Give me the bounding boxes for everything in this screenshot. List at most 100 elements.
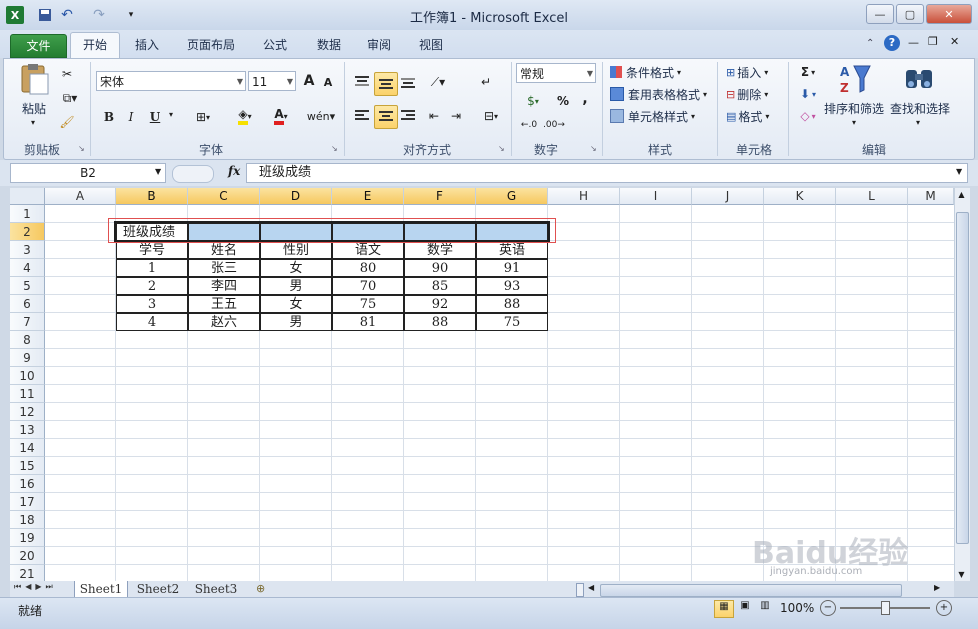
font-size-combo[interactable]: 11 ▼ (248, 71, 296, 91)
row-header[interactable]: 3 (10, 241, 45, 259)
select-all-corner[interactable] (10, 188, 45, 205)
sort-filter-label[interactable]: 排序和筛选 (824, 100, 884, 117)
row-header[interactable]: 6 (10, 295, 45, 313)
row-header[interactable]: 20 (10, 547, 45, 565)
sheet-nav-icons[interactable]: ⏮◀▶⏭ (14, 582, 57, 592)
percent-button[interactable]: % (554, 92, 572, 110)
table-data-cell[interactable]: 赵六 (188, 313, 260, 331)
name-box-dropdown-icon[interactable]: ▼ (155, 167, 161, 176)
help-icon[interactable]: ? (884, 35, 900, 51)
decrease-decimal-icon[interactable]: .00→ (542, 116, 566, 134)
vertical-scroll-thumb[interactable] (956, 212, 969, 544)
cell-styles-button[interactable]: 单元格样式 ▾ (610, 107, 720, 125)
borders-button[interactable]: ⊞ ▾ (188, 108, 218, 126)
normal-view-icon[interactable]: ▦ (714, 600, 734, 618)
tab-file[interactable]: 文件 (10, 34, 67, 58)
horizontal-scroll-thumb[interactable] (600, 584, 902, 597)
table-data-cell[interactable]: 75 (476, 313, 548, 331)
row-header[interactable]: 12 (10, 403, 45, 421)
tab-page-layout[interactable]: 页面布局 (178, 34, 244, 56)
column-header[interactable]: J (692, 188, 764, 205)
underline-button[interactable]: U (146, 108, 164, 126)
maximize-button[interactable]: ▢ (896, 4, 924, 24)
grow-font-button[interactable]: A (300, 72, 318, 90)
column-header[interactable]: E (332, 188, 404, 205)
table-data-cell[interactable]: 92 (404, 295, 476, 313)
row-header[interactable]: 11 (10, 385, 45, 403)
formula-input[interactable]: 班级成绩 (246, 163, 968, 183)
format-cells-button[interactable]: ▤ 格式 ▾ (726, 107, 786, 125)
cut-icon[interactable]: ✂ (58, 66, 76, 82)
table-data-cell[interactable]: 90 (404, 259, 476, 277)
tab-insert[interactable]: 插入 (124, 34, 170, 56)
doc-minimize-icon[interactable]: — (908, 36, 919, 49)
table-header-cell[interactable]: 英语 (476, 241, 548, 259)
zoom-level[interactable]: 100% (780, 601, 814, 615)
alignment-launcher-icon[interactable]: ↘ (498, 144, 505, 153)
shrink-font-button[interactable]: A (320, 74, 336, 90)
sort-filter-dropdown-icon[interactable]: ▾ (852, 118, 856, 127)
table-data-cell[interactable]: 王五 (188, 295, 260, 313)
scroll-right-icon[interactable]: ▶ (934, 583, 944, 595)
number-format-combo[interactable]: 常规 ▼ (516, 63, 596, 83)
merge-center-icon[interactable]: ⊟ ▾ (476, 106, 506, 126)
align-middle-icon[interactable] (374, 72, 398, 96)
name-box[interactable]: B2 (10, 163, 166, 183)
scroll-left-icon[interactable]: ◀ (588, 583, 598, 595)
table-data-cell[interactable]: 81 (332, 313, 404, 331)
page-break-view-icon[interactable]: ▥ (756, 600, 774, 616)
table-data-cell[interactable]: 3 (116, 295, 188, 313)
column-header[interactable]: H (548, 188, 620, 205)
align-center-icon[interactable] (374, 105, 398, 129)
italic-button[interactable]: I (122, 108, 140, 126)
zoom-in-icon[interactable]: + (936, 600, 952, 616)
paste-icon[interactable] (18, 62, 52, 96)
number-launcher-icon[interactable]: ↘ (590, 144, 597, 153)
fill-button[interactable]: ⬇ ▾ (794, 85, 822, 103)
row-header[interactable]: 8 (10, 331, 45, 349)
row-header[interactable]: 16 (10, 475, 45, 493)
zoom-out-icon[interactable]: − (820, 600, 836, 616)
table-data-cell[interactable]: 1 (116, 259, 188, 277)
comma-button[interactable]: , (578, 90, 592, 108)
table-data-cell[interactable]: 70 (332, 277, 404, 295)
sheet-tab-2[interactable]: Sheet2 (130, 581, 186, 597)
column-header[interactable]: D (260, 188, 332, 205)
sheet-tab-1[interactable]: Sheet1 (74, 581, 128, 598)
scroll-down-icon[interactable]: ▼ (956, 570, 967, 580)
clear-button[interactable]: ◇ ▾ (794, 107, 822, 125)
row-header[interactable]: 5 (10, 277, 45, 295)
tab-split-handle[interactable] (576, 583, 584, 597)
row-header[interactable]: 15 (10, 457, 45, 475)
table-data-cell[interactable]: 李四 (188, 277, 260, 295)
underline-dropdown-icon[interactable]: ▾ (166, 110, 176, 119)
font-color-button[interactable]: A ▾ (266, 106, 296, 126)
tab-data[interactable]: 数据 (306, 34, 352, 56)
phonetic-guide-icon[interactable]: wén▾ (306, 104, 336, 128)
column-header[interactable]: F (404, 188, 476, 205)
font-name-combo[interactable]: 宋体 ▼ (96, 71, 246, 91)
paste-button-label[interactable]: 粘贴 (22, 100, 46, 117)
tab-formulas[interactable]: 公式 (252, 34, 298, 56)
increase-indent-icon[interactable]: ⇥ (446, 106, 466, 126)
row-header[interactable]: 18 (10, 511, 45, 529)
table-header-cell[interactable]: 语文 (332, 241, 404, 259)
column-header[interactable]: A (45, 188, 116, 205)
autosum-button[interactable]: Σ ▾ (794, 63, 822, 81)
page-layout-view-icon[interactable]: ▣ (736, 600, 754, 616)
table-data-cell[interactable]: 男 (260, 313, 332, 331)
doc-restore-icon[interactable]: ❐ (928, 35, 938, 48)
tab-home[interactable]: 开始 (70, 32, 120, 59)
column-header[interactable]: I (620, 188, 692, 205)
copy-icon[interactable]: ⧉▾ (58, 90, 82, 106)
scroll-up-icon[interactable]: ▲ (956, 190, 967, 200)
column-header[interactable]: L (836, 188, 908, 205)
tab-view[interactable]: 视图 (408, 34, 454, 56)
column-header[interactable]: M (908, 188, 954, 205)
insert-sheet-icon[interactable]: ⊕ (256, 582, 265, 595)
column-header[interactable]: B (116, 188, 188, 205)
table-data-cell[interactable]: 80 (332, 259, 404, 277)
accounting-format-icon[interactable]: $ ▾ (518, 92, 548, 110)
format-painter-icon[interactable]: 🖌 (58, 114, 76, 130)
row-header[interactable]: 9 (10, 349, 45, 367)
